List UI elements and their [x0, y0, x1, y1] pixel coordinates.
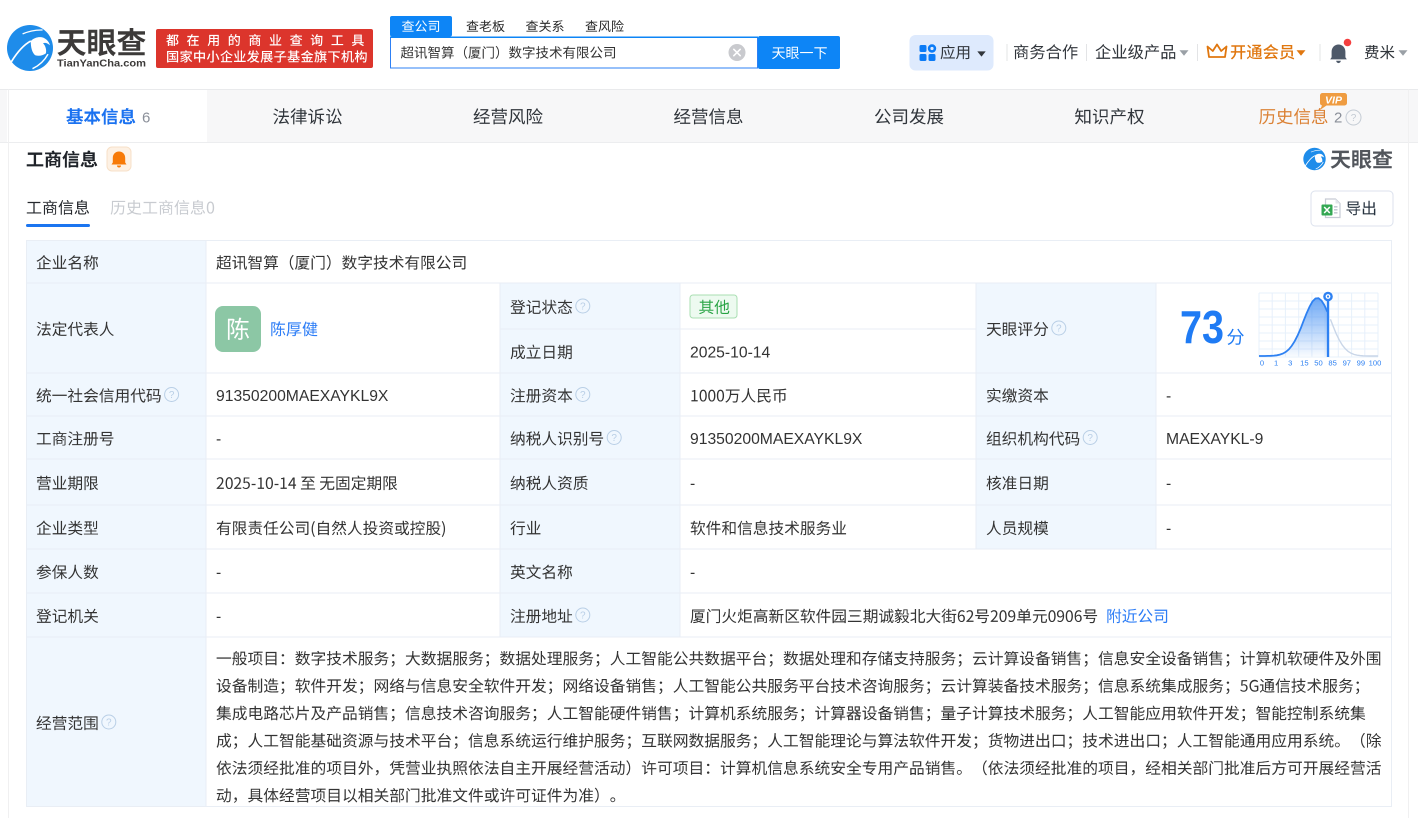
svg-text:?: ?	[611, 433, 617, 444]
svg-text:85: 85	[1328, 359, 1336, 368]
svg-text:?: ?	[1087, 433, 1093, 444]
svg-text:0: 0	[1260, 359, 1264, 368]
svg-text:?: ?	[580, 302, 586, 313]
svg-text:91350200MAEXAYKL9X: 91350200MAEXAYKL9X	[216, 388, 389, 405]
svg-text:TianYanCha.com: TianYanCha.com	[57, 58, 146, 70]
svg-text:?: ?	[1056, 324, 1062, 335]
svg-text:-: -	[216, 608, 221, 625]
svg-text:-: -	[690, 564, 695, 581]
svg-text:-: -	[1166, 520, 1171, 537]
svg-text:?: ?	[106, 718, 112, 729]
svg-text:100: 100	[1369, 359, 1382, 368]
svg-text:-: -	[216, 564, 221, 581]
svg-text:1: 1	[1274, 359, 1278, 368]
svg-text:-: -	[1166, 475, 1171, 492]
svg-text:?: ?	[1351, 113, 1357, 124]
svg-text:?: ?	[580, 611, 586, 622]
svg-text:6: 6	[142, 110, 150, 127]
svg-text:15: 15	[1300, 359, 1308, 368]
svg-text:50: 50	[1314, 359, 1322, 368]
svg-text:-: -	[1166, 388, 1171, 405]
svg-text:-: -	[216, 431, 221, 448]
svg-text:2025-10-14: 2025-10-14	[690, 344, 771, 361]
svg-text:73: 73	[1180, 301, 1224, 353]
svg-text:?: ?	[169, 390, 175, 401]
svg-text:-: -	[690, 475, 695, 492]
svg-text:VIP: VIP	[1325, 95, 1343, 107]
svg-text:MAEXAYKL-9: MAEXAYKL-9	[1166, 431, 1263, 448]
svg-text:91350200MAEXAYKL9X: 91350200MAEXAYKL9X	[690, 431, 863, 448]
svg-text:3: 3	[1288, 359, 1292, 368]
svg-text:?: ?	[580, 390, 586, 401]
svg-text:97: 97	[1343, 359, 1351, 368]
svg-text:99: 99	[1357, 359, 1365, 368]
svg-text:2: 2	[1334, 110, 1342, 127]
